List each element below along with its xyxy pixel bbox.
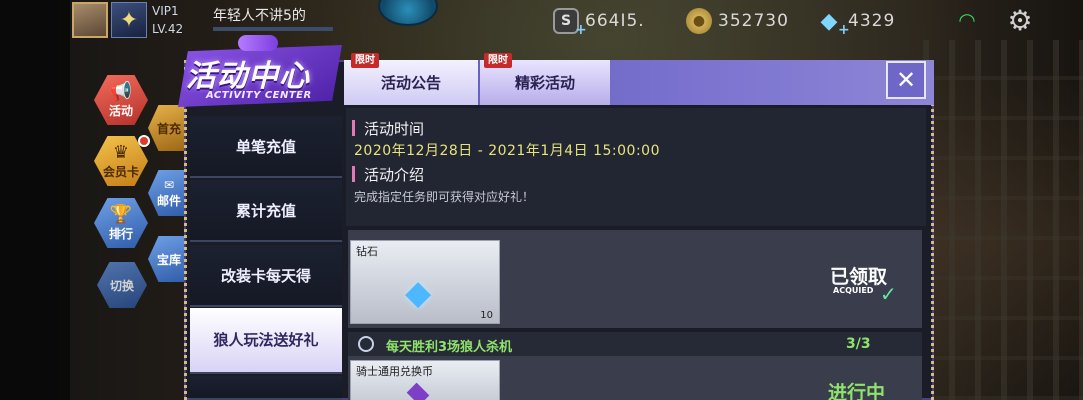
limited-time-tag: 限时 — [351, 53, 379, 68]
wifi-icon: ◠ — [958, 8, 976, 32]
task-header: 每天胜利3场狼人杀机 3/3 — [348, 332, 922, 356]
category-label: 单笔充值 — [235, 137, 296, 156]
check-icon: ✓ — [880, 282, 897, 306]
top-hud: ✦ VIP1 LV.42 年轻人不讲5的 S + 664I5. ● 352730… — [0, 0, 1083, 44]
category-label: 改装卡每天得 — [220, 266, 311, 285]
intro-text: 完成指定任务即可获得对应好礼！ — [354, 190, 535, 204]
tab-notice-label: 活动公告 — [380, 74, 441, 92]
exp-bar — [213, 27, 333, 31]
reward-list[interactable]: 钻石 ◆ 10 已领取 ACQUIED ✓ 每天胜利3场狼人杀机 3/3 骑士通… — [346, 226, 922, 400]
reward-item[interactable]: 钻石 ◆ 10 — [350, 240, 500, 324]
add-s-icon[interactable]: + — [575, 22, 587, 38]
time-value: 2020年12月28日 - 2021年1月4日 15:00:00 — [354, 143, 660, 159]
logo-title: 活动中心 — [186, 59, 310, 94]
settings-gear-icon[interactable]: ⚙ — [1004, 5, 1036, 37]
close-button[interactable]: ✕ — [886, 61, 926, 99]
in-progress-status: 进行中 — [828, 382, 886, 400]
reward-card: 每天胜利3场狼人杀机 3/3 骑士通用兑换币 进行中 — [348, 332, 922, 400]
target-icon — [358, 336, 374, 352]
background-shade — [0, 0, 70, 400]
crown-icon: ♛ — [112, 141, 130, 163]
player-name: 年轻人不讲5的 — [213, 8, 306, 24]
reward-item-name: 骑士通用兑换币 — [356, 365, 433, 378]
reward-item-count: 10 — [480, 310, 493, 321]
s-currency[interactable]: S + 664I5. — [553, 8, 645, 38]
time-label: 活动时间 — [364, 120, 425, 138]
gold-coin-icon: ● — [686, 8, 712, 34]
background-fence — [923, 40, 1083, 400]
gold-currency[interactable]: ● 352730 — [686, 8, 789, 34]
side-first-recharge-label: 首充 — [156, 121, 181, 136]
megaphone-icon: 📢 — [109, 80, 133, 102]
reward-item-name: 钻石 — [356, 245, 378, 258]
task-title: 每天胜利3场狼人杀机 — [386, 340, 513, 355]
add-diamond-icon[interactable]: + — [838, 22, 850, 38]
claimed-status-en: ACQUIED — [833, 286, 874, 295]
category-more[interactable] — [190, 376, 342, 400]
activity-center-logo: 活动中心 ACTIVITY CENTER — [172, 35, 348, 115]
s-currency-value: 664I5. — [585, 11, 645, 31]
section-marker — [352, 120, 355, 136]
diamond-value: 4329 — [848, 11, 896, 31]
mascot-icon[interactable] — [378, 0, 438, 26]
side-rank-label: 排行 — [108, 226, 133, 241]
rank-badge-icon[interactable]: ✦ — [111, 2, 147, 38]
side-vip-card-label: 会员卡 — [102, 164, 139, 179]
gift-bow-icon — [238, 35, 278, 51]
category-single-recharge[interactable]: 单笔充值 — [190, 116, 342, 178]
claimed-status: 已领取 — [830, 266, 888, 288]
level-label: LV.42 — [152, 22, 184, 36]
trophy-icon: 🏆 — [109, 203, 133, 225]
category-werewolf-gifts[interactable]: 狼人玩法送好礼 — [190, 308, 342, 374]
side-switch-label: 切换 — [109, 278, 134, 293]
activity-info: 活动时间 2020年12月28日 - 2021年1月4日 15:00:00 活动… — [346, 108, 926, 226]
category-label: 累计充值 — [235, 201, 296, 220]
limited-time-tag: 限时 — [484, 53, 512, 68]
intro-label: 活动介绍 — [364, 166, 425, 184]
exchange-coin-icon — [406, 382, 430, 400]
tab-events-label: 精彩活动 — [514, 74, 575, 92]
side-activity-label: 活动 — [108, 103, 133, 118]
category-cumulative-recharge[interactable]: 累计充值 — [190, 180, 342, 242]
section-marker — [352, 166, 355, 182]
vip-label: VIP1 — [152, 4, 179, 18]
diamond-currency[interactable]: ◆ + 4329 — [816, 8, 896, 39]
task-progress: 3/3 — [846, 336, 871, 352]
reward-item[interactable]: 骑士通用兑换币 — [350, 360, 500, 400]
gold-value: 352730 — [718, 11, 789, 31]
diamond-icon: ◆ — [405, 273, 432, 313]
category-mod-card-daily[interactable]: 改装卡每天得 — [190, 245, 342, 307]
side-treasure-label: 宝库 — [156, 252, 181, 267]
reward-card: 钻石 ◆ 10 已领取 ACQUIED ✓ — [348, 230, 922, 328]
category-label: 狼人玩法送好礼 — [213, 331, 319, 349]
mail-icon: ✉ — [163, 177, 175, 192]
player-avatar[interactable] — [72, 2, 108, 38]
notification-dot — [138, 135, 150, 147]
logo-subtitle: ACTIVITY CENTER — [206, 90, 312, 101]
side-mail-label: 邮件 — [156, 193, 181, 208]
